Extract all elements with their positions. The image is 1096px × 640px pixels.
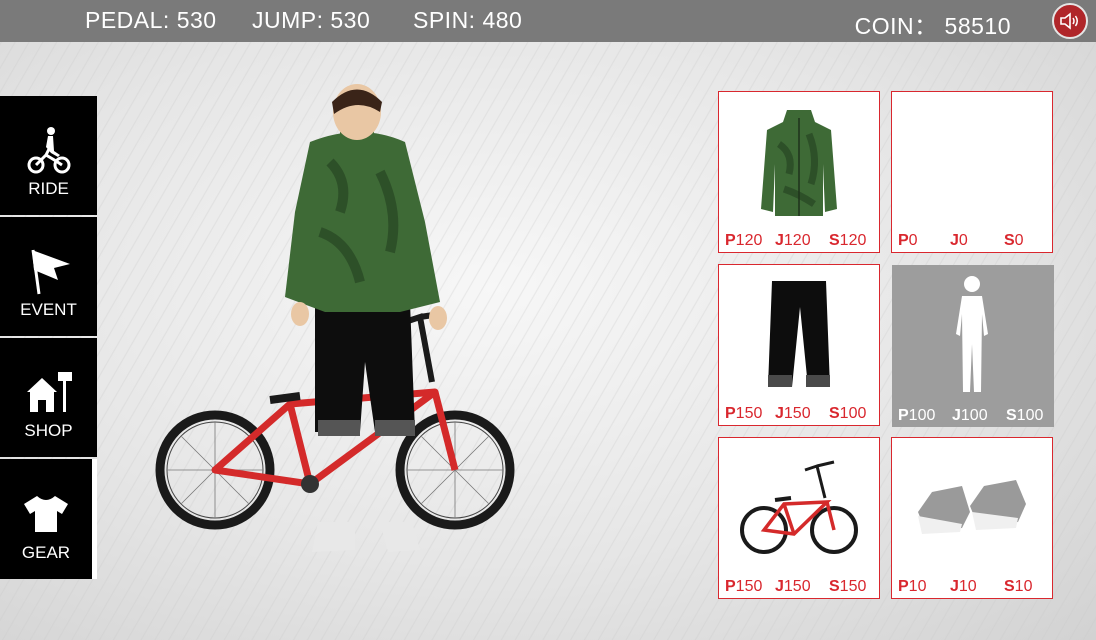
jump-letter: J [775, 578, 784, 595]
speaker-icon [1060, 12, 1078, 30]
spin-value: 150 [839, 578, 867, 595]
gear-slot-jacket[interactable]: P120 J120 S120 [718, 91, 880, 253]
spin-value: 100 [839, 405, 867, 422]
pants-icon [768, 280, 830, 387]
gear-slot-bike[interactable]: P150 J150 S150 [718, 437, 880, 599]
spin-letter: S [829, 232, 840, 249]
jump-value: 150 [783, 578, 811, 595]
gear-stats: P150 J150 S150 [725, 578, 877, 596]
nav-gear[interactable]: GEAR [0, 459, 97, 579]
sound-toggle-button[interactable] [1052, 3, 1088, 39]
spin-letter: S [1004, 578, 1015, 595]
jump-letter: J [950, 578, 959, 595]
main-nav: RIDE EVENT SHOP GEAR [0, 96, 98, 581]
spin-value: 100 [1016, 407, 1044, 424]
spin-value: 10 [1014, 578, 1033, 595]
coin-count: COIN： 58510 [854, 13, 1011, 39]
gear-slot-shoes[interactable]: P10 J10 S10 [891, 437, 1053, 599]
spin-letter: S [1004, 232, 1015, 249]
spin-letter: S [829, 578, 840, 595]
nav-event-label: EVENT [20, 300, 77, 319]
jump-letter: J [775, 405, 784, 422]
tshirt-icon [24, 496, 68, 532]
gear-slot-pants[interactable]: P150 J150 S100 [718, 264, 880, 426]
pedal-value: 0 [908, 232, 918, 249]
rider-character-preview [155, 84, 515, 552]
gear-slot-body[interactable]: P100 J100 S100 [892, 265, 1054, 427]
pedal-value: 120 [735, 232, 763, 249]
spin-letter: S [1006, 407, 1017, 424]
bike-icon [740, 460, 858, 554]
jump-value: 100 [960, 407, 988, 424]
shoes-icon [918, 480, 1026, 534]
jump-letter: J [950, 232, 959, 249]
pedal-letter: P [898, 578, 909, 595]
spin-letter: S [829, 405, 840, 422]
pedal-letter: P [725, 578, 736, 595]
pedal-value: 150 [735, 405, 763, 422]
jump-value: 150 [783, 405, 811, 422]
pedal-value: 150 [735, 578, 763, 595]
gear-stats: P150 J150 S100 [725, 405, 877, 423]
pedal-letter: P [725, 405, 736, 422]
nav-shop-label: SHOP [24, 421, 73, 440]
gear-stats: P100 J100 S100 [898, 407, 1052, 425]
nav-ride-label: RIDE [28, 179, 69, 198]
flag-icon [31, 249, 70, 295]
house-sign-icon [26, 372, 72, 412]
pedal-letter: P [898, 232, 909, 249]
top-bar: PEDAL: 530 JUMP: 530 SPIN: 480 COIN： 585… [0, 0, 1096, 42]
jacket-icon [761, 109, 837, 216]
jump-value: 10 [958, 578, 977, 595]
jump-letter: J [952, 407, 961, 424]
jump-value: 0 [958, 232, 968, 249]
pedal-value: 10 [908, 578, 927, 595]
pedal-stat: PEDAL: 530 [85, 7, 217, 33]
spin-value: 120 [839, 232, 867, 249]
gear-slot-empty[interactable]: P0 J0 S0 [891, 91, 1053, 253]
jump-value: 120 [783, 232, 811, 249]
jump-letter: J [775, 232, 784, 249]
nav-shop[interactable]: SHOP [0, 338, 97, 457]
nav-gear-label: GEAR [21, 543, 71, 562]
spin-value: 0 [1014, 232, 1024, 249]
body-silhouette-icon [956, 276, 988, 392]
nav-event[interactable]: EVENT [0, 217, 97, 336]
cyclist-icon [27, 127, 70, 174]
jump-stat: JUMP: 530 [252, 7, 371, 33]
pedal-value: 100 [908, 407, 936, 424]
spin-stat: SPIN: 480 [413, 7, 523, 33]
pedal-letter: P [898, 407, 909, 424]
nav-ride[interactable]: RIDE [0, 96, 97, 215]
gear-stats: P10 J10 S10 [898, 578, 1050, 596]
pedal-letter: P [725, 232, 736, 249]
gear-stats: P120 J120 S120 [725, 232, 877, 250]
gear-stats: P0 J0 S0 [898, 232, 1050, 250]
